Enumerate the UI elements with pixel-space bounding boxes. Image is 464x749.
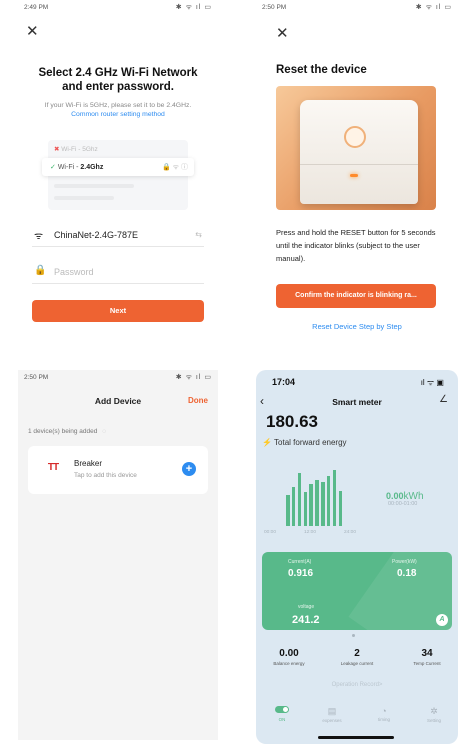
axis-label: 00:00 <box>264 530 277 535</box>
router-body <box>300 100 418 204</box>
lightning-icon: ⚡ <box>262 438 272 447</box>
status-icons: ✱ ᯤ ıl ▭ <box>175 4 212 11</box>
clock-icon: ◔ <box>381 706 387 716</box>
power-label: Power(kW) <box>392 559 417 565</box>
voltage-label: voltage <box>298 604 315 610</box>
operation-record-link[interactable]: Operation Record> <box>256 682 458 688</box>
voltage-value: 241.2 <box>292 614 320 626</box>
expenses-icon: ▤ <box>327 706 337 716</box>
device-card[interactable]: TT Breaker Tap to add this device + <box>28 446 208 494</box>
status-time: 2:49 PM <box>24 4 49 11</box>
lock-icon: 🔒 <box>34 265 47 276</box>
next-button[interactable]: Next <box>32 300 204 322</box>
status-bar: 2:50 PM ✱ ᯤ ıl ▭ <box>18 370 218 384</box>
wifi-signal-icon: 🔒 ᯤ ⓘ <box>162 164 188 171</box>
router-image <box>276 86 436 210</box>
gear-icon: ✲ <box>430 706 438 716</box>
nav-expenses[interactable]: ▤ expenses <box>314 706 350 723</box>
breaker-brand-icon: TT <box>47 462 59 473</box>
router-setting-link[interactable]: Common router setting method <box>22 110 214 119</box>
page-title: Smart meter <box>332 397 382 407</box>
energy-bar-chart <box>286 470 342 526</box>
energy-bar <box>315 480 319 526</box>
close-icon[interactable]: ✕ <box>26 24 39 39</box>
status-icons: ıl ᯤ ▣ <box>420 378 444 387</box>
status-time: 2:50 PM <box>262 4 287 11</box>
energy-bar <box>286 495 290 526</box>
device-subtitle: Tap to add this device <box>74 472 137 479</box>
wifi-24g-row: ✓ Wi-Fi - 2.4Ghz 🔒 ᯤ ⓘ <box>42 158 194 176</box>
placeholder-line <box>54 184 134 188</box>
energy-label-row: ⚡ Total forward energy <box>262 438 347 447</box>
energy-bar <box>297 473 302 526</box>
readings-card: Current(A) 0.916 Power(kW) 0.18 voltage … <box>262 552 452 630</box>
nav-timing[interactable]: ◔ timing <box>366 706 402 722</box>
kwh-value: 0.00 <box>386 491 404 501</box>
adding-status: 1 device(s) being added ◌ <box>28 428 107 435</box>
nav-setting[interactable]: ✲ Setting <box>416 706 452 723</box>
energy-bar <box>303 492 307 526</box>
nav-on[interactable]: ON <box>264 706 300 722</box>
add-icon[interactable]: + <box>182 462 196 476</box>
status-bar: 2:49 PM ✱ ᯤ ıl ▭ <box>18 0 218 14</box>
energy-bar <box>291 487 296 526</box>
check-icon: ✓ <box>50 164 56 171</box>
smart-meter-screen: 17:04 ıl ᯤ ▣ ‹ Smart meter ∠ 180.63 ⚡ To… <box>256 370 458 744</box>
status-icons: ✱ ᯤ ıl ▭ <box>415 4 452 11</box>
energy-bar <box>332 470 337 526</box>
wifi-illustration: ✖ Wi-Fi - 5Ghz ✓ Wi-Fi - 2.4Ghz 🔒 ᯤ ⓘ <box>42 140 194 210</box>
power-value: 0.18 <box>397 568 417 579</box>
bottom-nav: ON ▤ expenses ◔ timing ✲ Setting <box>256 706 458 736</box>
password-placeholder: Password <box>54 267 94 277</box>
temperature-metric: 34 Temp Current <box>413 648 441 666</box>
status-time: 17:04 <box>272 377 296 387</box>
energy-bar <box>338 491 342 526</box>
current-label: Current(A) <box>288 559 312 565</box>
page-title: Select 2.4 GHz Wi-Fi Network and enter p… <box>38 67 198 93</box>
cross-icon: ✖ <box>54 146 60 153</box>
page-indicator <box>352 634 355 637</box>
balance-metric: 0.00 Balance energy <box>273 648 305 666</box>
loading-spinner-icon: ◌ <box>102 428 107 435</box>
wifi-5g-row: ✖ Wi-Fi - 5Ghz <box>54 146 98 153</box>
switch-network-icon[interactable]: ⇆ <box>195 230 202 239</box>
wifi-icon: ᯤ <box>34 231 44 242</box>
axis-label: 12:00 <box>304 530 317 535</box>
energy-value: 180.63 <box>266 412 318 431</box>
reset-instructions: Press and hold the RESET button for 5 se… <box>276 228 436 263</box>
done-button[interactable]: Done <box>188 396 208 405</box>
network-name: ChinaNet-2.4G-787E <box>54 230 139 240</box>
leakage-metric: 2 Leakage current <box>340 648 374 666</box>
kwh-range: 00:00-01:00 <box>388 501 418 507</box>
status-badge: A <box>436 614 448 626</box>
close-icon[interactable]: ✕ <box>276 26 289 41</box>
indicator-light <box>350 174 358 177</box>
reset-steps-link[interactable]: Reset Device Step by Step <box>256 322 458 331</box>
network-field[interactable]: ᯤ ChinaNet-2.4G-787E ⇆ <box>32 225 204 247</box>
status-icons: ✱ ᯤ ıl ▭ <box>175 374 212 381</box>
energy-bar <box>326 476 331 526</box>
axis-label: 24:00 <box>344 530 357 535</box>
reset-button-icon <box>344 126 366 148</box>
add-device-screen: 2:50 PM ✱ ᯤ ıl ▭ Add Device Done 1 devic… <box>18 370 218 740</box>
password-field[interactable]: 🔒 Password <box>32 262 204 284</box>
current-value: 0.916 <box>288 568 314 579</box>
status-time: 2:50 PM <box>24 374 49 381</box>
edit-icon[interactable]: ∠ <box>439 394 448 405</box>
wifi-hint: If your Wi-Fi is 5GHz, please set it to … <box>44 102 192 109</box>
confirm-blinking-button[interactable]: Confirm the indicator is blinking ra... <box>276 284 436 308</box>
reset-device-screen: 2:50 PM ✱ ᯤ ıl ▭ ✕ Reset the device Pres… <box>256 0 458 360</box>
toggle-icon <box>275 706 289 713</box>
status-bar: 2:50 PM ✱ ᯤ ıl ▭ <box>256 0 458 14</box>
page-title: Reset the device <box>276 64 367 76</box>
home-indicator <box>318 736 394 739</box>
device-name: Breaker <box>74 459 103 468</box>
wifi-setup-screen: 2:49 PM ✱ ᯤ ıl ▭ ✕ Select 2.4 GHz Wi-Fi … <box>18 0 218 360</box>
placeholder-line <box>54 196 114 200</box>
energy-bar <box>321 482 325 526</box>
energy-bar <box>309 484 313 526</box>
router-seam <box>300 164 418 165</box>
